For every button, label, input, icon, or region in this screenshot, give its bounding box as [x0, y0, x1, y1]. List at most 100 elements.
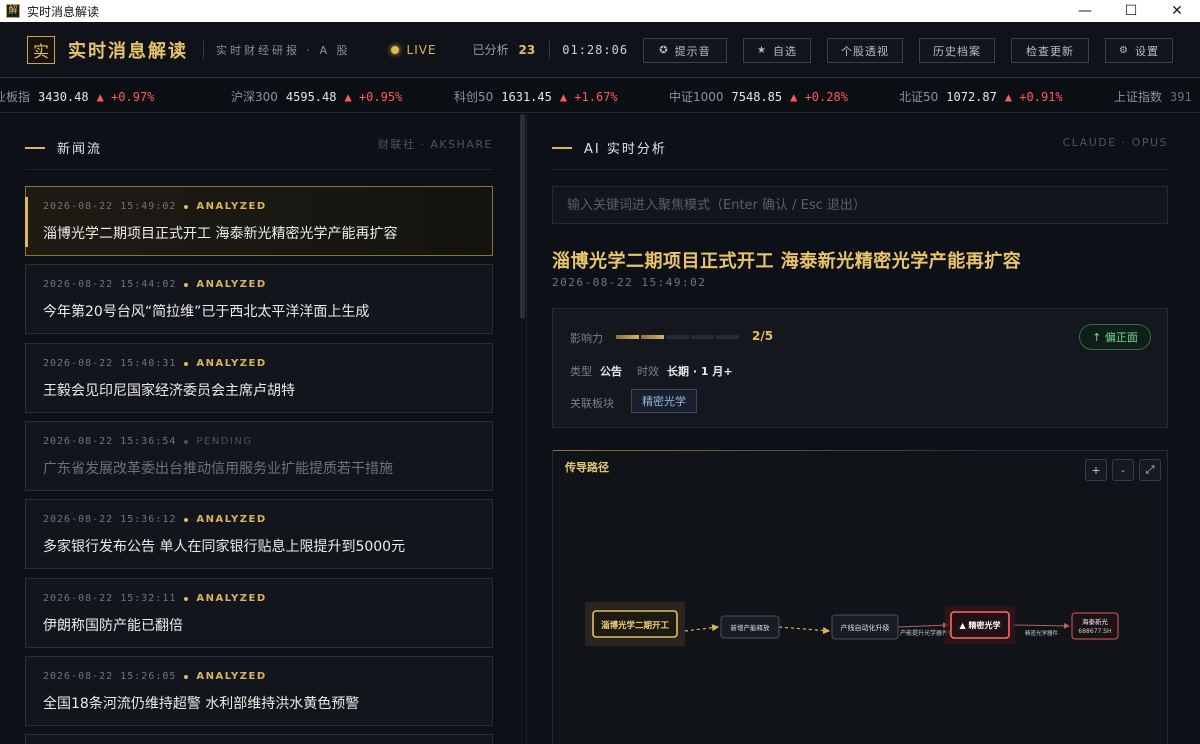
ticker-item[interactable]: 上证指数 391 — [1114, 88, 1200, 105]
button-label: 检查更新 — [1026, 44, 1074, 58]
news-headline: 广东省发展改革委出台推动信用服务业扩能提质若干措施 — [43, 461, 393, 477]
impact-card: 影响力 2/5 ↑ 偏正面 类型 公告 时效 长期 · 1 月+ 关联板块 精密… — [552, 308, 1168, 428]
news-item[interactable]: 2026-08-22 15:36:54 PENDING 广东省发展改革委出台推动信… — [25, 421, 493, 491]
ticker-name: 北证50 — [899, 90, 939, 104]
news-status: ANALYZED — [196, 514, 267, 525]
news-time: 2026-08-22 15:32:11 — [43, 593, 177, 604]
news-status: ANALYZED — [196, 201, 267, 212]
impact-segment — [641, 335, 664, 339]
edge-4-label: 精密光学器件 — [1025, 629, 1059, 637]
status-dot-icon — [184, 361, 189, 366]
analyzed-counter: 已分析 23 — [473, 41, 536, 58]
ticker-name: 上证指数 — [1114, 90, 1163, 104]
model-source: CLAUDE · OPUS — [1062, 136, 1168, 149]
button-label: 提示音 — [674, 44, 711, 58]
button-label: 自选 — [772, 44, 797, 58]
ticker-item[interactable]: 科创50 1631.45 ▲ +1.67% — [454, 88, 618, 105]
analyzed-count: 23 — [518, 42, 536, 57]
stock-insight-button[interactable]: 个股透视 — [827, 38, 903, 63]
status-dot-icon — [184, 517, 189, 522]
graph-canvas[interactable]: 产能提升光学器件供给 精密光学器件 淄博光学二期开工 新增产能释放 产线自动化升… — [553, 451, 1169, 744]
news-time: 2026-08-22 15:49:02 — [43, 201, 177, 212]
status-dot-icon — [184, 596, 189, 601]
close-button[interactable]: ✕ — [1154, 0, 1200, 22]
edge-3 — [897, 622, 949, 629]
analysis-header: AI 实时分析 — [552, 138, 667, 157]
sector-label: 关联板块 — [570, 397, 614, 410]
app-name: 实时消息解读 — [68, 40, 188, 62]
node-capacity-label: 新增产能释放 — [731, 623, 771, 632]
news-item[interactable]: 2026-08-22 15:49:02 ANALYZED 淄博光学二期项目正式开工… — [25, 186, 493, 256]
maximize-button[interactable]: ☐ — [1108, 0, 1154, 22]
node-automation-label: 产线自动化升级 — [841, 623, 890, 632]
news-status: ANALYZED — [196, 593, 267, 604]
settings-button[interactable]: ⚙ 设置 — [1105, 38, 1173, 63]
type-label: 类型 — [570, 365, 592, 378]
news-time: 2026-08-22 15:36:12 — [43, 514, 177, 525]
news-time: 2026-08-22 15:26:05 — [43, 671, 177, 682]
news-time: 2026-08-22 15:36:54 — [43, 436, 177, 447]
analysis-panel: AI 实时分析 CLAUDE · OPUS 淄博光学二期项目正式开工 海泰新光精… — [527, 114, 1200, 744]
window-titlebar: 解 实时消息解读 — ☐ ✕ — [0, 0, 1200, 22]
node-sector-label: ▲ 精密光学 — [960, 620, 1001, 630]
app-header: 实 实时消息解读 实时财经研报 · A 股 LIVE 已分析 23 01:28:… — [0, 22, 1200, 78]
status-dot-icon — [184, 439, 189, 444]
analysis-title: AI 实时分析 — [584, 142, 667, 157]
ticker-change: ▲ +0.97% — [96, 89, 155, 104]
analyzed-label: 已分析 — [472, 43, 509, 57]
edge-2 — [778, 626, 831, 635]
ticker-value: 1072.87 — [946, 89, 997, 104]
status-dot-icon — [184, 282, 189, 287]
news-headline: 今年第20号台风“简拉维”已于西北太平洋洋面上生成 — [43, 304, 370, 320]
news-headline: 伊朗称国防产能已翻倍 — [43, 618, 183, 634]
impact-value: 2/5 — [752, 329, 774, 343]
news-status: PENDING — [196, 436, 253, 447]
ticker-change: ▲ +0.91% — [1004, 89, 1063, 104]
news-feed-title: 新闻流 — [57, 142, 103, 157]
ticker-item[interactable]: 沪深300 4595.48 ▲ +0.95% — [231, 88, 402, 105]
window-title: 实时消息解读 — [27, 4, 100, 19]
news-status: ANALYZED — [196, 279, 267, 290]
impact-segment — [666, 335, 689, 339]
ticker-item[interactable]: 创业板指 3430.48 ▲ +0.97% — [0, 88, 154, 105]
status-dot-icon — [184, 674, 189, 679]
ticker-value: 3430.48 — [38, 89, 89, 104]
clock: 01:28:06 — [562, 42, 629, 57]
news-headline: 多家银行发布公告 单人在同家银行贴息上限提升到5000元 — [43, 539, 406, 555]
ticker-name: 沪深300 — [231, 90, 278, 104]
header-divider — [203, 40, 204, 59]
impact-segment — [691, 335, 714, 339]
ticker-name: 创业板指 — [0, 90, 31, 104]
news-item[interactable]: 2026-08-22 15:40:31 ANALYZED 王毅会见印尼国家经济委员… — [25, 343, 493, 413]
star-icon: ★ — [757, 45, 767, 56]
news-scrollbar[interactable] — [520, 114, 525, 319]
news-time: 2026-08-22 15:40:31 — [43, 358, 177, 369]
node-stock[interactable] — [1071, 612, 1119, 640]
ticker-item[interactable]: 中证1000 7548.85 ▲ +0.28% — [669, 88, 848, 105]
focus-keyword-input[interactable] — [552, 186, 1168, 224]
header-accent-bar — [25, 146, 45, 149]
edge-4 — [1012, 622, 1070, 629]
news-item[interactable]: 2026-08-22 15:44:02 ANALYZED 今年第20号台风“简拉维… — [25, 264, 493, 334]
ticker-change: ▲ +1.67% — [559, 89, 618, 104]
history-archive-button[interactable]: 历史档案 — [919, 38, 995, 63]
node-stock-code: 688677.SH — [1078, 628, 1111, 635]
sound-alert-button[interactable]: ✪ 提示音 — [643, 38, 727, 63]
ticker-change: ▲ +0.28% — [790, 89, 848, 104]
divider-line — [552, 169, 1168, 170]
ticker-item[interactable]: 北证50 1072.87 ▲ +0.91% — [899, 88, 1063, 105]
news-feed-header: 新闻流 — [25, 138, 102, 157]
watchlist-button[interactable]: ★ 自选 — [743, 38, 811, 63]
news-item[interactable]: 2026-08-22 15:26:05 ANALYZED 全国18条河流仍维持超警… — [25, 656, 493, 726]
sector-tag[interactable]: 精密光学 — [631, 389, 697, 413]
node-source-label: 淄博光学二期开工 — [601, 620, 670, 631]
button-label: 个股透视 — [841, 44, 889, 58]
news-item[interactable]: 2026-08-22 15:32:11 ANALYZED 伊朗称国防产能已翻倍 — [25, 578, 493, 648]
news-item-partial[interactable] — [25, 734, 493, 744]
article-time: 2026-08-22 15:49:02 — [552, 276, 707, 289]
news-item[interactable]: 2026-08-22 15:36:12 ANALYZED 多家银行发布公告 单人在… — [25, 499, 493, 569]
sentiment-badge: ↑ 偏正面 — [1079, 324, 1151, 350]
impact-segment — [616, 335, 639, 339]
minimize-button[interactable]: — — [1062, 0, 1108, 22]
check-update-button[interactable]: 检查更新 — [1011, 38, 1089, 63]
